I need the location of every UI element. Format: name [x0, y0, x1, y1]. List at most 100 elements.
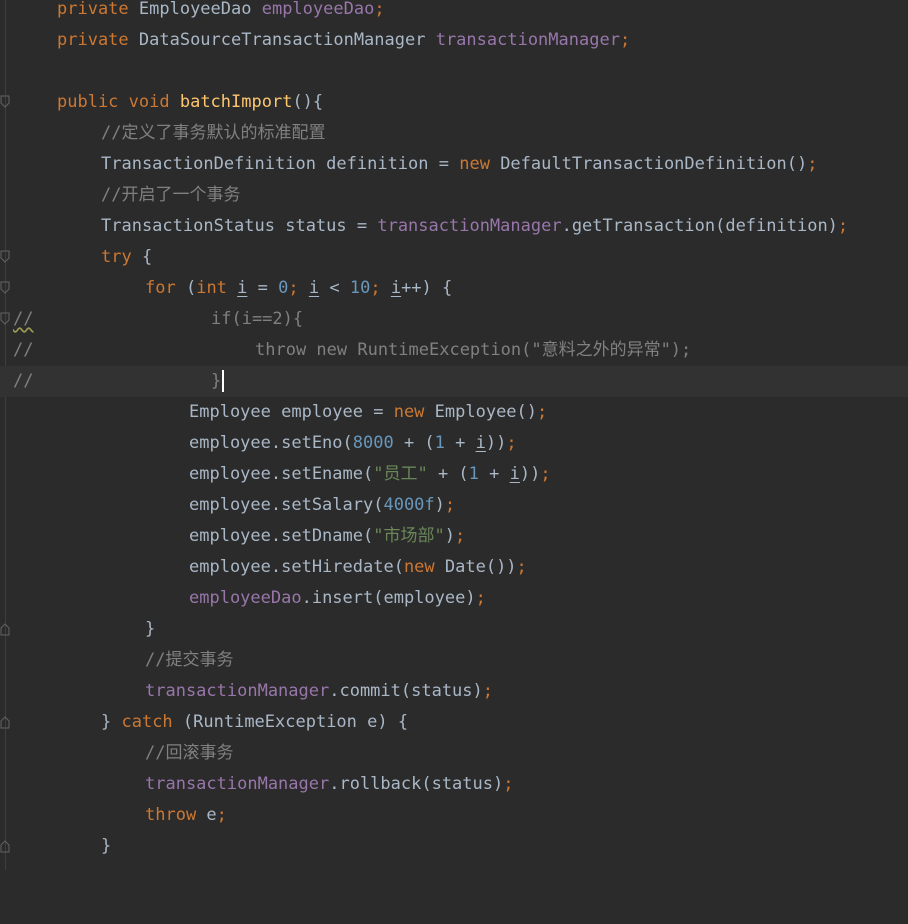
code-line[interactable]: for (int i = 0; i < 10; i++) {	[0, 273, 452, 304]
code-line[interactable]: private EmployeeDao employeeDao;	[0, 0, 385, 25]
comment: //开启了一个事务	[101, 185, 241, 205]
code-text: =	[247, 278, 279, 298]
code-text: + (	[393, 433, 435, 453]
code-line[interactable]: try {	[0, 242, 152, 273]
semicolon: ;	[807, 154, 818, 174]
code-line[interactable]: employee.setEno(8000 + (1 + i));	[0, 428, 517, 459]
semicolon: ;	[475, 588, 486, 608]
code-text: Employee employee =	[189, 402, 394, 422]
variable: i	[509, 464, 520, 484]
code-line[interactable]: //回滚事务	[0, 738, 233, 769]
code-text: }	[145, 619, 156, 639]
code-text: }	[101, 836, 112, 856]
variable: i	[308, 278, 320, 298]
string-literal: "员工"	[373, 464, 428, 484]
field-name: transactionManager	[435, 30, 620, 50]
keyword: for	[145, 278, 176, 298]
number: 0	[278, 278, 289, 298]
semicolon: ;	[837, 216, 849, 236]
text-caret	[222, 370, 225, 392]
code-line[interactable]: //提交事务	[0, 645, 233, 676]
code-text: employee.setEno(	[189, 433, 353, 453]
keyword: new	[403, 557, 435, 577]
code-text: employee.setHiredate(	[189, 557, 404, 577]
code-line[interactable]: TransactionDefinition definition = new D…	[0, 149, 817, 180]
code-line[interactable]: transactionManager.rollback(status);	[0, 769, 513, 800]
code-line[interactable]: Employee employee = new Employee();	[0, 397, 547, 428]
semicolon: ;	[540, 464, 551, 484]
code-line[interactable]: throw e;	[0, 800, 227, 831]
keyword: void	[118, 92, 180, 112]
code-text: {	[131, 247, 153, 267]
code-editor[interactable]: private EmployeeDao employeeDao; private…	[0, 0, 908, 870]
semicolon: ;	[503, 774, 514, 794]
variable: i	[475, 433, 486, 453]
keyword: catch	[121, 712, 173, 732]
code-text: (){	[292, 92, 324, 112]
semicolon: ;	[288, 278, 309, 298]
code-text: <	[319, 278, 350, 298]
semicolon: ;	[619, 30, 631, 50]
code-text: .insert(employee)	[301, 588, 476, 608]
code-text: ))	[485, 433, 507, 453]
code-line[interactable]: employee.setEname("员工" + (1 + i));	[0, 459, 551, 490]
code-line[interactable]: employeeDao.insert(employee);	[0, 583, 486, 614]
code-text: .commit(status)	[329, 681, 483, 701]
code-text: DefaultTransactionDefinition()	[489, 154, 808, 174]
keyword: new	[459, 154, 490, 174]
code-line[interactable]: public void batchImport(){	[0, 87, 323, 118]
semicolon: ;	[216, 805, 227, 825]
code-line[interactable]: }	[0, 614, 155, 645]
current-code-line[interactable]: // }	[0, 366, 908, 397]
semicolon: ;	[374, 0, 385, 19]
code-line[interactable]: } catch (RuntimeException e) {	[0, 707, 408, 738]
code-text: TransactionStatus status =	[101, 216, 378, 236]
code-line[interactable]: }	[0, 831, 111, 862]
code-line[interactable]: //开启了一个事务	[0, 180, 240, 211]
code-line[interactable]: transactionManager.commit(status);	[0, 676, 493, 707]
code-text: )	[444, 526, 455, 546]
code-text: }	[101, 712, 122, 732]
code-text: TransactionDefinition definition =	[101, 154, 460, 174]
line-comment-marker: //	[13, 340, 34, 360]
code-line[interactable]: TransactionStatus status = transactionMa…	[0, 211, 848, 242]
commented-code: if(i==2){	[211, 309, 304, 329]
string-literal: "市场部"	[373, 526, 445, 546]
code-line[interactable]: employee.setHiredate(new Date());	[0, 552, 527, 583]
code-line[interactable]: employee.setDname("市场部");	[0, 521, 465, 552]
commented-code: throw new RuntimeException("意料之外的异常");	[255, 340, 692, 360]
code-text: .rollback(status)	[329, 774, 504, 794]
code-line[interactable]: // throw new RuntimeException("意料之外的异常")…	[0, 335, 908, 366]
code-text: (	[175, 278, 197, 298]
commented-code: }	[211, 371, 222, 391]
semicolon: ;	[370, 278, 391, 298]
code-text: .getTransaction(definition)	[561, 216, 838, 236]
method-name: batchImport	[179, 92, 293, 112]
number: 1	[468, 464, 479, 484]
keyword: throw	[145, 805, 197, 825]
semicolon: ;	[516, 557, 527, 577]
number: 10	[349, 278, 371, 298]
number: 8000	[352, 433, 394, 453]
code-text: +	[444, 433, 476, 453]
comment: //回滚事务	[145, 743, 234, 763]
code-text: Employee()	[424, 402, 538, 422]
code-text: ++) {	[401, 278, 453, 298]
keyword: int	[196, 278, 227, 298]
code-text: + (	[427, 464, 469, 484]
code-line[interactable]: employee.setSalary(4000f);	[0, 490, 455, 521]
code-line[interactable]: // if(i==2){	[0, 304, 908, 335]
code-text: e	[196, 805, 217, 825]
semicolon: ;	[482, 681, 494, 701]
keyword: private	[57, 30, 129, 50]
comment: //提交事务	[145, 650, 234, 670]
semicolon: ;	[444, 495, 456, 515]
keyword: private	[57, 0, 129, 19]
code-text: employee.setSalary(	[189, 495, 384, 515]
code-line[interactable]: //定义了事务默认的标准配置	[0, 118, 325, 149]
keyword: try	[101, 247, 132, 267]
keyword: new	[393, 402, 425, 422]
code-line[interactable]: private DataSourceTransactionManager tra…	[0, 25, 630, 56]
field-name: transactionManager	[145, 681, 330, 701]
code-text: )	[434, 495, 445, 515]
